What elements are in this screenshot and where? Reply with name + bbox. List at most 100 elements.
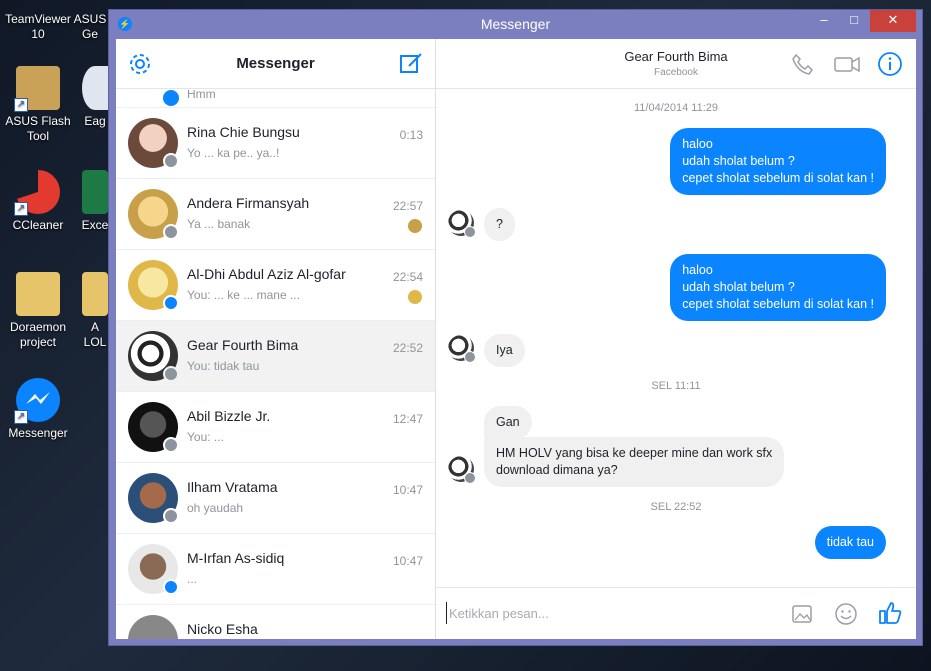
video-icon[interactable] <box>832 50 860 78</box>
seen-avatar-icon <box>408 290 422 304</box>
conversation-name: Rina Chie Bungsu <box>187 124 300 140</box>
excel-icon <box>82 170 108 214</box>
phone-icon[interactable] <box>788 50 816 78</box>
desktop-icon-ccleaner[interactable]: ↗ CCleaner <box>2 170 74 233</box>
messenger-badge-icon <box>163 295 179 311</box>
facebook-badge-icon <box>163 153 179 169</box>
folder-icon <box>82 272 108 316</box>
conversation-item-active[interactable]: Gear Fourth Bima You: tidak tau 22:52 <box>116 321 435 392</box>
message-incoming[interactable]: Iya <box>484 334 525 367</box>
message-outgoing[interactable]: haloo udah sholat belum ? cepet sholat s… <box>670 128 886 195</box>
conversation-name: Gear Fourth Bima <box>187 337 299 353</box>
conversation-snippet: Hmm <box>187 90 216 101</box>
conversation-item[interactable]: Al-Dhi Abdul Aziz Al-gofar You: ... ke .… <box>116 250 435 321</box>
app-icon <box>82 66 108 110</box>
desktop-icon-teamviewer[interactable]: TeamViewer 10 <box>2 0 74 42</box>
like-icon[interactable] <box>876 599 904 627</box>
window-client: Messenger Hmm Rina Chie Bungsu Yo ... ka… <box>116 39 916 639</box>
message-composer <box>436 587 916 639</box>
messenger-icon: ↗ <box>14 378 60 424</box>
desktop-icon-label: Eag <box>84 114 106 128</box>
close-button[interactable]: ✕ <box>870 10 916 32</box>
desktop-icon-label: A LOL <box>83 320 107 349</box>
image-icon[interactable] <box>788 600 816 628</box>
left-panel-title: Messenger <box>236 55 315 72</box>
message-outgoing[interactable]: tidak tau <box>814 526 886 559</box>
message-outgoing[interactable]: haloo udah sholat belum ? cepet sholat s… <box>670 254 886 321</box>
message-incoming[interactable]: Gan <box>484 406 532 439</box>
conversation-time: 10:47 <box>392 554 423 568</box>
contact-avatar <box>448 210 476 238</box>
conversation-time: 0:13 <box>399 128 423 142</box>
partial-conversation[interactable]: Hmm <box>116 90 435 108</box>
facebook-badge-icon <box>163 366 179 382</box>
conversation-item[interactable]: Ilham Vratama oh yaudah 10:47 <box>116 463 435 534</box>
desktop-icon-label: TeamViewer 10 <box>5 12 71 41</box>
message-incoming[interactable]: ? <box>484 208 515 241</box>
conversation-item[interactable]: Abil Bizzle Jr. You: ... 12:47 <box>116 392 435 463</box>
compose-icon[interactable] <box>397 49 425 77</box>
timestamp: SEL 22:52 <box>650 501 702 513</box>
conversation-snippet: You: tidak tau <box>187 359 260 373</box>
conversation-time: 10:47 <box>392 483 423 497</box>
desktop-icon-label: ASUS Flash Tool <box>5 114 71 143</box>
conversation-item[interactable]: Rina Chie Bungsu Yo ... ka pe.. ya..! 0:… <box>116 108 435 179</box>
desktop-icon-label: Messenger <box>8 426 68 440</box>
conversation-item[interactable]: M-Irfan As-sidiq ... 10:47 <box>116 534 435 605</box>
facebook-badge-icon <box>163 224 179 240</box>
conversation-item[interactable]: Andera Firmansyah Ya ... banak 22:57 <box>116 179 435 250</box>
contact-avatar <box>448 456 476 484</box>
conversation-time: 12:47 <box>392 412 423 426</box>
folder-box-icon: ↗ <box>14 66 60 112</box>
left-header: Messenger <box>116 39 435 89</box>
desktop-icon-label: Exce <box>81 218 109 232</box>
desktop-icon-label: Doraemon project <box>9 320 67 349</box>
window-titlebar[interactable]: ⚡ Messenger – □ ✕ <box>109 10 922 38</box>
message-input[interactable] <box>446 602 766 624</box>
emoji-icon[interactable] <box>832 600 860 628</box>
conversation-list-panel: Messenger Hmm Rina Chie Bungsu Yo ... ka… <box>116 39 436 639</box>
message-incoming[interactable]: HM HOLV yang bisa ke deeper mine dan wor… <box>484 437 785 487</box>
minimize-button[interactable]: – <box>810 10 838 32</box>
maximize-button[interactable]: □ <box>840 10 868 32</box>
conversation-name: Nicko Esha <box>187 621 258 637</box>
ccleaner-icon: ↗ <box>14 170 60 216</box>
conversation-name: Al-Dhi Abdul Aziz Al-gofar <box>187 266 346 282</box>
conversation-snippet: You: ... ke ... mane ... <box>187 288 300 302</box>
timestamp: SEL 11:11 <box>651 380 701 392</box>
message-thread: 11/04/2014 11:29 haloo udah sholat belum… <box>436 90 916 587</box>
contact-avatar <box>448 335 476 363</box>
desktop-icon-eag[interactable]: Eag <box>80 66 110 129</box>
conversation-snippet: ... <box>187 572 198 586</box>
desktop-icon-doraemon-project[interactable]: Doraemon project <box>2 272 74 350</box>
desktop-icon-excel[interactable]: Exce <box>80 170 110 233</box>
seen-avatar-icon <box>408 219 422 233</box>
conversation-name: Andera Firmansyah <box>187 195 310 211</box>
facebook-badge-icon <box>163 437 179 453</box>
folder-icon <box>16 272 60 316</box>
messenger-badge-icon <box>163 579 179 595</box>
info-icon[interactable] <box>876 50 904 78</box>
desktop-icon-messenger[interactable]: ↗ Messenger <box>2 378 74 441</box>
desktop-icon-asus-ge[interactable]: ASUS Ge <box>70 0 110 42</box>
conversation-name: M-Irfan As-sidiq <box>187 550 285 566</box>
window-title: Messenger <box>480 16 551 32</box>
conversation-snippet: Yo ... ka pe.. ya..! <box>187 146 280 160</box>
chat-header: Gear Fourth Bima Facebook <box>436 39 916 89</box>
desktop-icon-label: CCleaner <box>12 218 64 232</box>
conversation-time: 22:52 <box>392 341 423 355</box>
conversation-time: 22:57 <box>392 199 423 213</box>
conversation-snippet: Ya ... banak <box>187 217 251 231</box>
conversation-snippet: You: ... <box>187 430 224 444</box>
conversation-list: Hmm Rina Chie Bungsu Yo ... ka pe.. ya..… <box>116 90 435 639</box>
messenger-badge-icon <box>163 90 179 106</box>
conversation-name: Abil Bizzle Jr. <box>187 408 271 424</box>
conversation-name: Ilham Vratama <box>187 479 278 495</box>
messenger-window: ⚡ Messenger – □ ✕ Messenger Hmm Rina Chi… <box>108 9 923 646</box>
conversation-item[interactable]: Nicko Esha <box>116 605 435 639</box>
timestamp: 11/04/2014 11:29 <box>633 102 718 114</box>
desktop-icon-lol[interactable]: A LOL <box>80 272 110 350</box>
conversation-snippet: oh yaudah <box>187 501 244 515</box>
conversation-time: 22:54 <box>392 270 423 284</box>
desktop-icon-asus-flash-tool[interactable]: ↗ ASUS Flash Tool <box>2 66 74 144</box>
